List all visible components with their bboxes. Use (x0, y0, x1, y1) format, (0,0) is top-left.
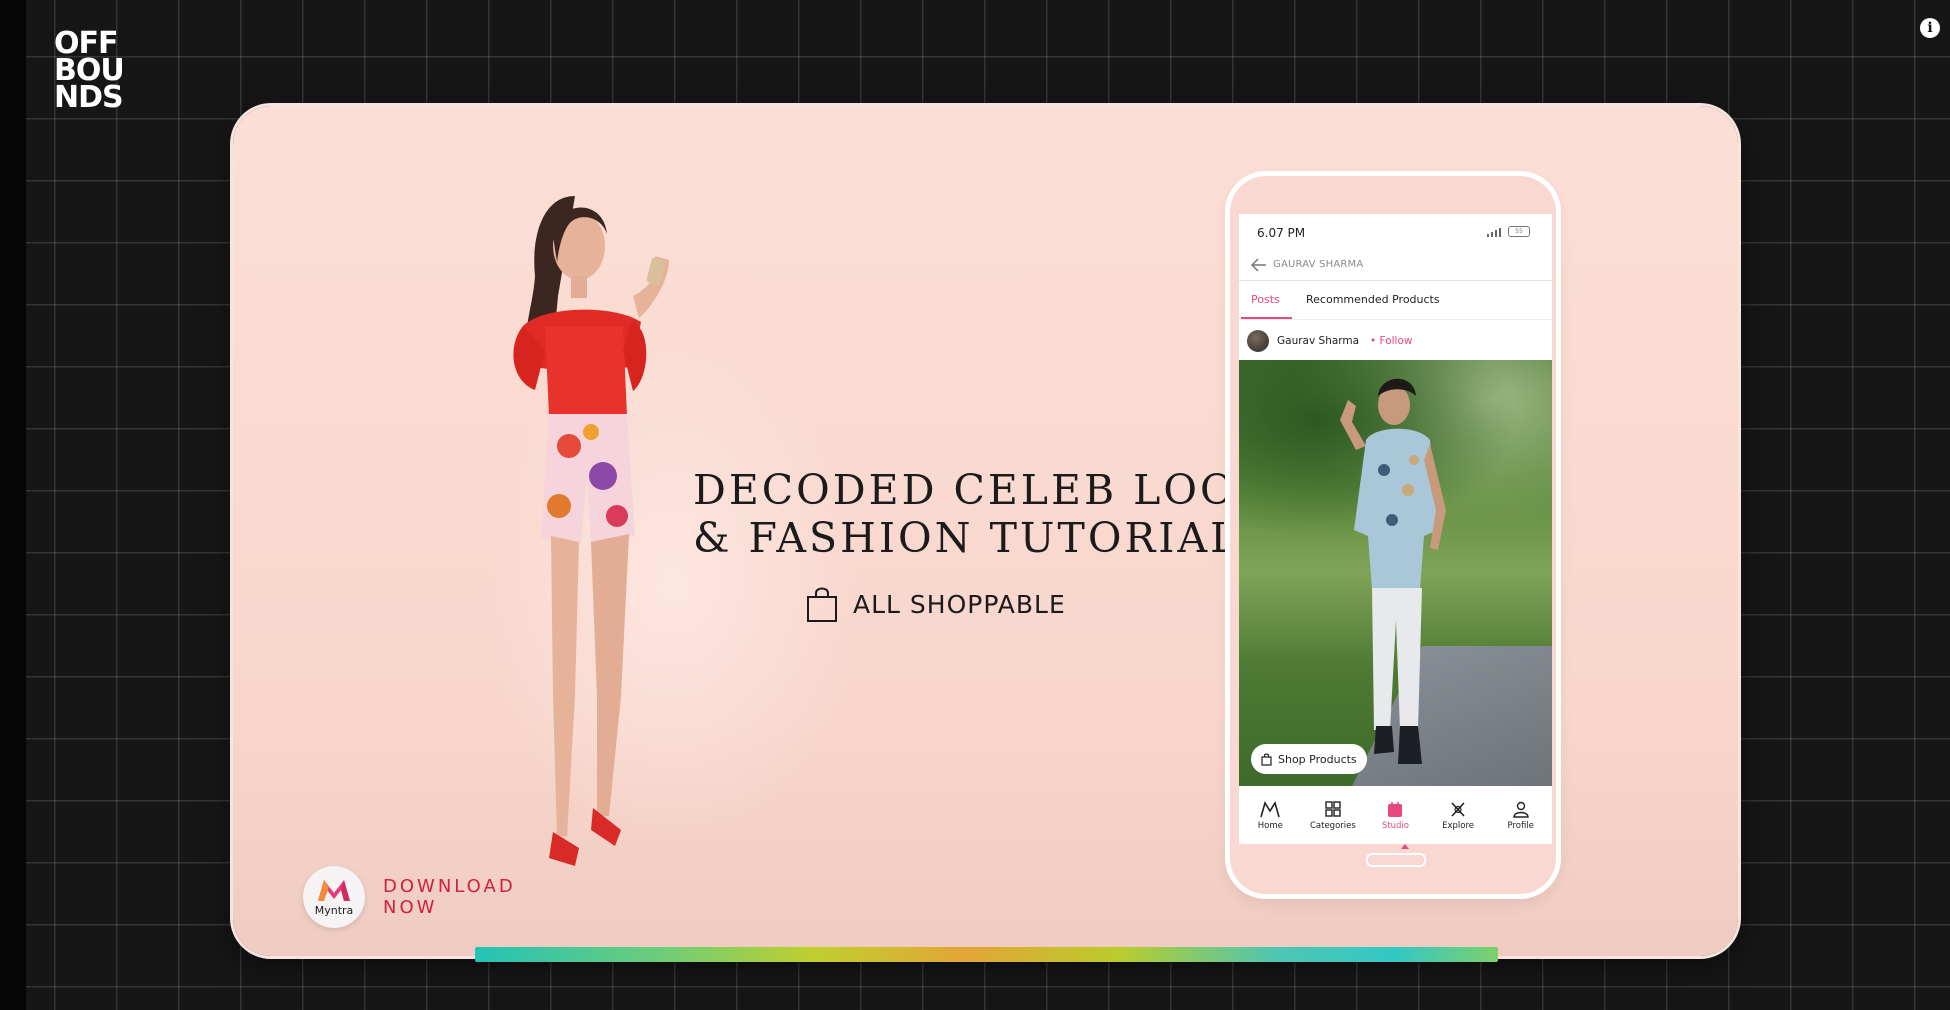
man-figure (1340, 378, 1446, 764)
nav-studio[interactable]: Studio (1364, 788, 1427, 844)
nav-explore-label: Explore (1442, 821, 1475, 831)
studio-icon (1388, 802, 1403, 817)
tab-recommended-products[interactable]: Recommended Products (1306, 293, 1440, 306)
back-arrow-icon[interactable] (1251, 258, 1267, 272)
author-name[interactable]: Gaurav Sharma (1277, 335, 1359, 347)
shop-products-button[interactable]: Shop Products (1251, 744, 1367, 774)
phone-screen: 6.07 PM 55 GAURAV SHARMA Posts Recommend… (1239, 214, 1552, 844)
post-author-row: Gaurav Sharma • Follow (1239, 322, 1552, 358)
status-bar: 6.07 PM 55 (1239, 214, 1552, 250)
profile-icon (1512, 801, 1529, 818)
myntra-m-icon (1260, 801, 1281, 818)
signal-icon (1487, 227, 1501, 237)
logo-line-3: NDS (54, 80, 124, 115)
nav-studio-label: Studio (1381, 821, 1410, 831)
explore-icon (1451, 802, 1465, 817)
myntra-app-badge[interactable]: Myntra (303, 866, 365, 928)
video-frame[interactable]: DECODED CELEB LOOKS & FASHION TUTORIALS … (233, 106, 1738, 956)
shop-products-label: Shop Products (1278, 752, 1357, 766)
avatar[interactable] (1247, 330, 1269, 352)
status-time: 6.07 PM (1257, 226, 1306, 240)
nav-profile[interactable]: Profile (1489, 788, 1552, 844)
myntra-logo-icon (318, 880, 350, 901)
download-cta[interactable]: Myntra DOWNLOAD NOW (303, 866, 516, 928)
nav-home-label: Home (1257, 821, 1283, 831)
profile-title: GAURAV SHARMA (1273, 259, 1364, 270)
grid-icon (1325, 801, 1341, 817)
nav-categories-label: Categories (1309, 821, 1356, 831)
nav-home[interactable]: Home (1239, 788, 1302, 844)
offbounds-logo: OFF BOU NDS (54, 29, 125, 115)
nav-profile-label: Profile (1507, 821, 1534, 831)
shoppable-label: ALL SHOPPABLE (853, 589, 1066, 619)
shopping-bag-icon (1261, 753, 1272, 766)
nav-explore[interactable]: Explore (1427, 788, 1490, 844)
bottom-nav: Home Categories Studio Explore Profile (1239, 788, 1552, 844)
follow-button[interactable]: • Follow (1370, 335, 1412, 347)
video-progress-bar[interactable] (475, 947, 1498, 962)
tab-posts[interactable]: Posts (1241, 293, 1292, 319)
battery-icon: 55 (1508, 226, 1530, 237)
download-line-2: NOW (383, 897, 438, 918)
nav-categories[interactable]: Categories (1302, 788, 1365, 844)
profile-nav-bar: GAURAV SHARMA (1239, 250, 1552, 281)
post-image[interactable]: Shop Products (1239, 360, 1552, 786)
profile-tabs: Posts Recommended Products (1239, 281, 1552, 320)
download-line-1: DOWNLOAD (383, 876, 516, 897)
phone-mockup: 6.07 PM 55 GAURAV SHARMA Posts Recommend… (1230, 176, 1556, 894)
shopping-bag-icon (807, 587, 837, 622)
myntra-app-name: Myntra (314, 904, 354, 917)
headline: DECODED CELEB LOOKS & FASHION TUTORIALS (693, 466, 1302, 562)
model-figure (513, 196, 669, 866)
phone-home-indicator (1366, 853, 1426, 867)
download-now-text[interactable]: DOWNLOAD NOW (383, 876, 516, 918)
shoppable-tagline: ALL SHOPPABLE (805, 584, 1066, 624)
active-tab-caret (1401, 844, 1409, 849)
status-icons: 55 (1486, 226, 1530, 237)
info-icon[interactable]: i (1920, 18, 1940, 38)
headline-line-2: & FASHION TUTORIALS (693, 514, 1272, 562)
left-edge-shade (0, 0, 26, 1010)
headline-line-1: DECODED CELEB LOOKS (693, 466, 1302, 514)
